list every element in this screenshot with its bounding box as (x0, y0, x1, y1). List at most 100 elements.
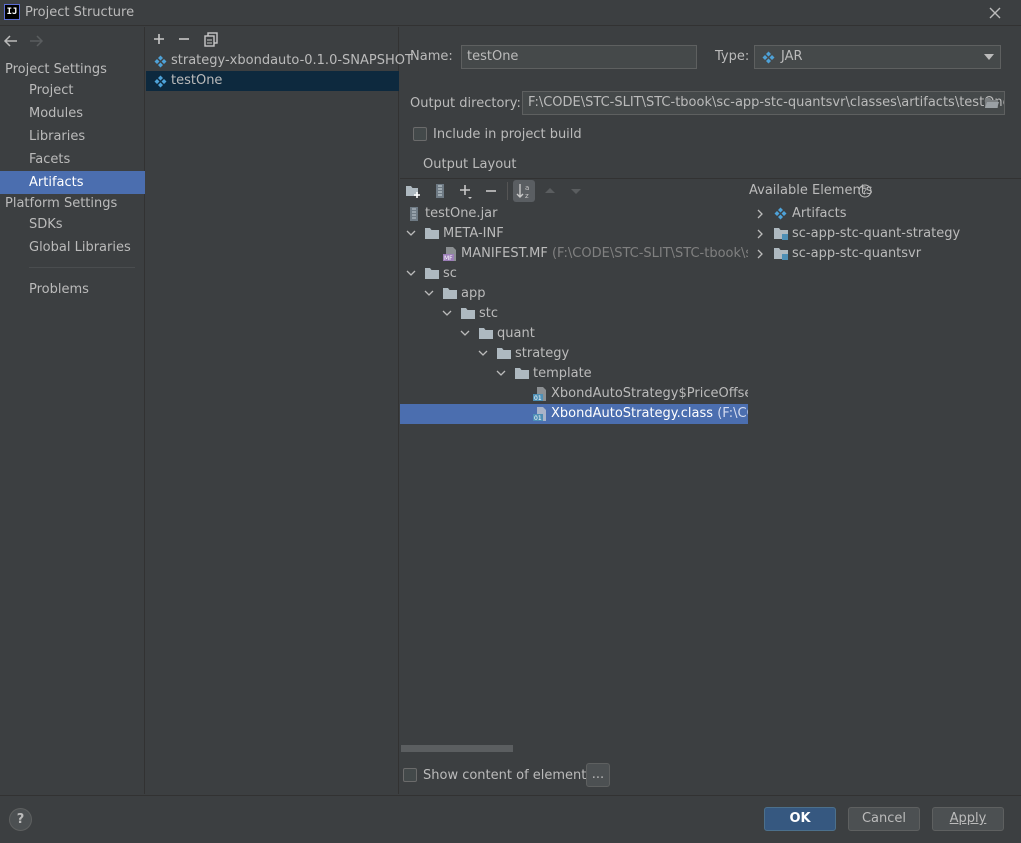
folder-icon (443, 287, 457, 299)
available-item-quant-strategy[interactable]: sc-app-stc-quant-strategy (748, 224, 1020, 244)
jar-artifact-icon (154, 75, 167, 88)
chevron-down-icon[interactable] (406, 270, 416, 277)
nav-item-global-libraries[interactable]: Global Libraries (0, 236, 145, 259)
tab-output-layout[interactable]: Output Layout (423, 157, 516, 172)
tree-item-folder-template[interactable]: template (400, 364, 748, 384)
tree-item-label: app (461, 286, 486, 301)
name-field[interactable]: testOne (461, 45, 697, 69)
available-elements-label: Available Elements (749, 183, 873, 198)
tree-item-label: XbondAutoStrategy$PriceOffsetVa (551, 386, 748, 401)
chevron-down-icon[interactable] (478, 350, 488, 357)
add-element-icon[interactable] (457, 182, 475, 200)
type-select[interactable]: JAR (754, 45, 1001, 69)
jar-artifact-icon (154, 55, 167, 68)
sort-icon[interactable]: az (513, 180, 535, 202)
tree-item-class-priceoffset[interactable]: 01 XbondAutoStrategy$PriceOffsetVa (400, 384, 748, 404)
create-directory-icon[interactable] (405, 182, 423, 200)
folder-icon (425, 267, 439, 279)
class-file-icon: 01 (533, 407, 547, 421)
platform-settings-header: Platform Settings (5, 196, 118, 211)
nav-item-modules[interactable]: Modules (0, 102, 145, 125)
tree-item-label: sc-app-stc-quantsvr (792, 246, 922, 261)
tab-divider (400, 178, 1021, 179)
archive-icon (408, 207, 420, 221)
folder-icon (461, 307, 475, 319)
apply-button[interactable]: Apply (932, 807, 1004, 831)
svg-text:MF: MF (444, 255, 453, 261)
chevron-down-icon[interactable] (496, 370, 506, 377)
tree-item-folder-quant[interactable]: quant (400, 324, 748, 344)
tree-item-label: stc (479, 306, 499, 321)
include-in-build-checkbox[interactable] (413, 127, 427, 141)
svg-text:z: z (525, 192, 529, 200)
artifact-item-strategy-xbondauto[interactable]: strategy-xbondauto-0.1.0-SNAPSHOT (146, 51, 413, 71)
nav-item-sdks[interactable]: SDKs (0, 213, 145, 236)
type-label: Type: (715, 49, 750, 64)
tree-item-path: (F:\CODE (717, 406, 748, 421)
remove-element-icon[interactable] (482, 182, 500, 200)
tree-item-label: XbondAutoStrategy.class (551, 406, 714, 421)
move-up-icon[interactable] (541, 182, 559, 200)
tree-item-label: Artifacts (792, 206, 847, 221)
project-settings-header: Project Settings (5, 62, 107, 77)
move-down-icon[interactable] (567, 182, 585, 200)
module-folder-icon (774, 227, 788, 240)
browse-folder-icon[interactable] (984, 96, 1000, 110)
tree-item-meta-inf[interactable]: META-INF (400, 224, 748, 244)
chevron-down-icon[interactable] (442, 310, 452, 317)
ellipsis-button[interactable]: ... (586, 763, 610, 787)
add-icon[interactable] (150, 30, 168, 48)
artifact-item-testone[interactable]: testOne (146, 71, 399, 91)
module-folder-icon (774, 247, 788, 260)
nav-item-libraries[interactable]: Libraries (0, 125, 145, 148)
output-directory-field[interactable]: F:\CODE\STC-SLIT\STC-tbook\sc-app-stc-qu… (522, 91, 1005, 115)
chevron-right-icon[interactable] (757, 229, 764, 239)
tree-item-folder-app[interactable]: app (400, 284, 748, 304)
nav-item-project[interactable]: Project (0, 79, 145, 102)
help-circle-icon[interactable]: ? (858, 184, 872, 198)
nav-item-artifacts[interactable]: Artifacts (0, 171, 145, 194)
intellij-logo-icon: IJ (4, 4, 20, 20)
forward-arrow-icon[interactable] (28, 34, 44, 48)
help-button[interactable]: ? (9, 808, 32, 831)
artifact-item-label: testOne (171, 73, 223, 88)
folder-icon (425, 227, 439, 239)
show-content-checkbox[interactable] (403, 768, 417, 782)
copy-icon[interactable] (202, 30, 220, 48)
tree-item-class-xbondautostrategy[interactable]: 01 XbondAutoStrategy.class (F:\CODE (400, 404, 748, 424)
nav-divider (29, 267, 135, 268)
horizontal-scrollbar[interactable] (401, 745, 513, 752)
jar-type-icon (762, 51, 775, 64)
available-item-artifacts[interactable]: Artifacts (748, 204, 1020, 224)
svg-text:a: a (525, 184, 529, 192)
svg-text:01: 01 (534, 395, 542, 401)
back-arrow-icon[interactable] (3, 34, 19, 48)
remove-icon[interactable] (175, 30, 193, 48)
nav-item-facets[interactable]: Facets (0, 148, 145, 171)
settings-nav: Project Settings Project Modules Librari… (0, 27, 145, 794)
chevron-down-icon[interactable] (406, 230, 416, 237)
tree-item-folder-stc[interactable]: stc (400, 304, 748, 324)
tree-item-label: strategy (515, 346, 570, 361)
tree-item-folder-strategy[interactable]: strategy (400, 344, 748, 364)
chevron-down-icon[interactable] (460, 330, 470, 337)
folder-icon (479, 327, 493, 339)
nav-item-problems[interactable]: Problems (0, 278, 145, 301)
tree-item-manifest[interactable]: MF MANIFEST.MF (F:\CODE\STC-SLIT\STC-tbo… (400, 244, 748, 264)
svg-text:?: ? (862, 188, 867, 198)
artifact-item-label: strategy-xbondauto-0.1.0-SNAPSHOT (171, 53, 413, 68)
folder-icon (515, 367, 529, 379)
available-item-quantsvr[interactable]: sc-app-stc-quantsvr (748, 244, 1020, 264)
tree-item-label: template (533, 366, 592, 381)
tree-item-folder-sc[interactable]: sc (400, 264, 748, 284)
close-icon[interactable] (985, 3, 1005, 23)
create-archive-icon[interactable] (431, 182, 449, 200)
chevron-right-icon[interactable] (757, 249, 764, 259)
ok-button[interactable]: OK (764, 807, 836, 831)
cancel-button[interactable]: Cancel (848, 807, 920, 831)
chevron-down-icon[interactable] (424, 290, 434, 297)
tree-item-label: quant (497, 326, 535, 341)
chevron-right-icon[interactable] (757, 209, 764, 219)
tree-item-jar[interactable]: testOne.jar (400, 204, 748, 224)
class-file-icon: 01 (533, 387, 547, 401)
